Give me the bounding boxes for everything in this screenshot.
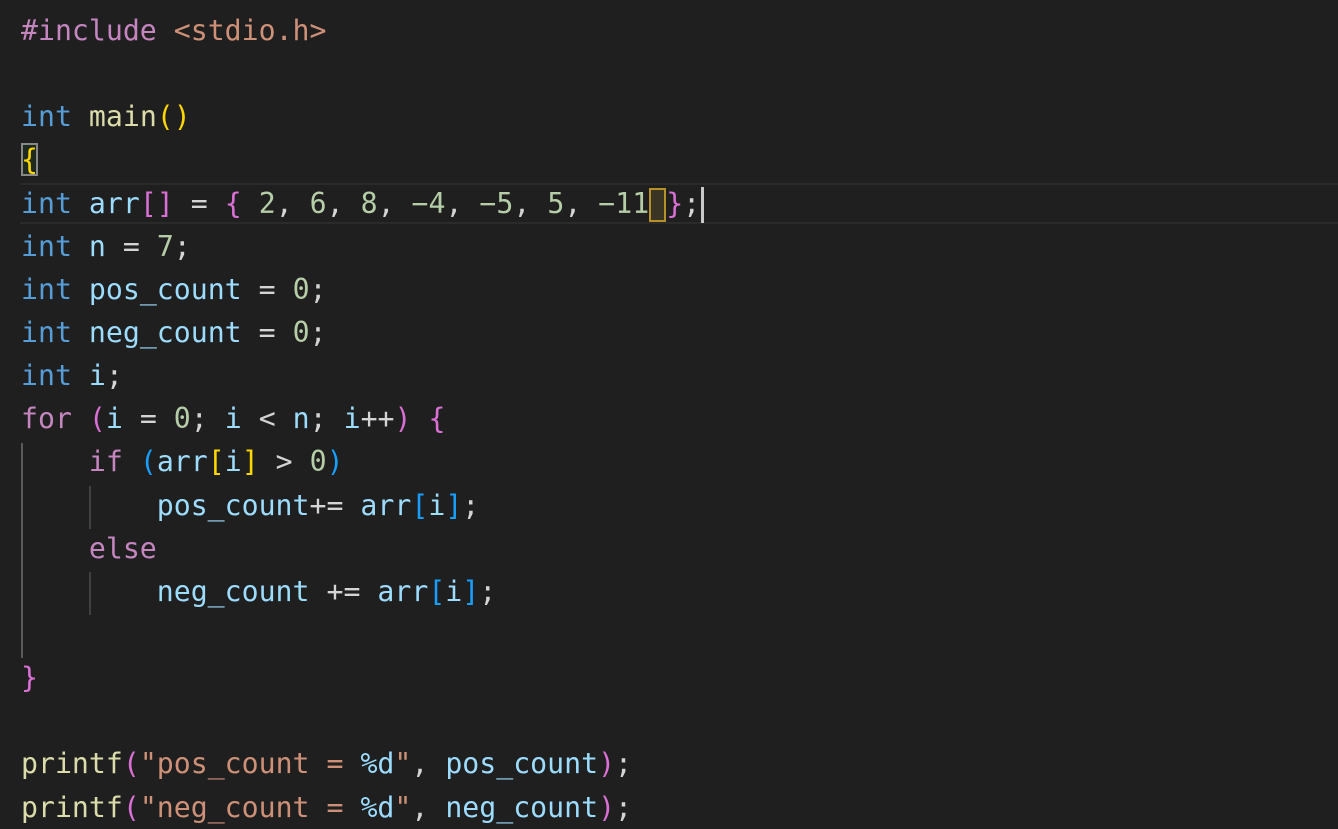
function-call: printf [21, 747, 123, 780]
format-specifier: %d [360, 791, 395, 824]
variable-name: arr [88, 187, 140, 220]
open-brace-matched: { [21, 143, 38, 176]
variable-name: neg_count [88, 316, 242, 349]
bracket: [] [139, 187, 174, 220]
string-literal: "pos_count = [139, 747, 361, 780]
code-line-5[interactable]: int arr[] = { 2, 6, 8, −4, −5, 5, −11}; [21, 182, 705, 225]
number: 0 [292, 273, 310, 306]
string-literal: "neg_count = [139, 791, 361, 824]
cursor-selection-box [649, 188, 667, 222]
type-keyword: int [21, 187, 72, 220]
close-brace: } [21, 661, 38, 694]
code-line-4[interactable]: { [21, 138, 38, 181]
function-name: main [88, 100, 157, 133]
code-line-6[interactable]: int n = 7; [21, 225, 191, 268]
code-line-19[interactable]: printf("neg_count = %d", neg_count); [21, 786, 632, 829]
number: 7 [156, 230, 174, 263]
text-cursor [701, 187, 705, 223]
type-keyword: int [21, 100, 72, 133]
number: 0 [173, 402, 191, 435]
number: −11 [598, 187, 650, 220]
number: 0 [309, 445, 327, 478]
number: 8 [360, 187, 378, 220]
variable-name: pos_count [445, 747, 599, 780]
type-keyword: int [21, 230, 72, 263]
number: 5 [547, 187, 565, 220]
include-header: <stdio.h> [173, 14, 327, 47]
variable-name: neg_count [156, 575, 310, 608]
type-keyword: int [21, 316, 72, 349]
code-line-3[interactable]: int main() [21, 95, 191, 138]
number: 6 [309, 187, 327, 220]
number: 0 [292, 316, 310, 349]
control-keyword: for [21, 402, 72, 435]
variable-name: i [88, 359, 106, 392]
brace: } [666, 187, 684, 220]
code-line-9[interactable]: int i; [21, 354, 123, 397]
code-line-11[interactable]: if (arr[i] > 0) [21, 440, 344, 483]
code-line-1[interactable]: #include <stdio.h> [21, 9, 326, 52]
code-line-7[interactable]: int pos_count = 0; [21, 268, 327, 311]
number: −5 [479, 187, 514, 220]
preprocessor-directive: #include [21, 14, 157, 47]
variable-name: neg_count [445, 791, 599, 824]
code-line-8[interactable]: int neg_count = 0; [21, 311, 327, 354]
variable-name: pos_count [88, 273, 242, 306]
code-line-10[interactable]: for (i = 0; i < n; i++) { [21, 397, 445, 440]
control-keyword: else [88, 532, 157, 565]
format-specifier: %d [360, 747, 395, 780]
code-editor[interactable]: #include <stdio.h> int main() { int arr[… [0, 0, 1338, 828]
variable-name: n [88, 230, 106, 263]
code-line-16[interactable]: } [21, 656, 38, 699]
operator: = [190, 187, 208, 220]
code-line-18[interactable]: printf("pos_count = %d", pos_count); [21, 742, 632, 785]
paren: () [156, 100, 191, 133]
brace: { [224, 187, 242, 220]
number: −4 [411, 187, 446, 220]
code-line-14[interactable]: neg_count += arr[i]; [21, 570, 496, 613]
function-call: printf [21, 791, 123, 824]
type-keyword: int [21, 273, 72, 306]
control-keyword: if [88, 445, 123, 478]
code-line-13[interactable]: else [21, 527, 157, 570]
code-line-12[interactable]: pos_count+= arr[i]; [21, 484, 480, 527]
type-keyword: int [21, 359, 72, 392]
number: 2 [258, 187, 276, 220]
variable-name: pos_count [156, 489, 310, 522]
